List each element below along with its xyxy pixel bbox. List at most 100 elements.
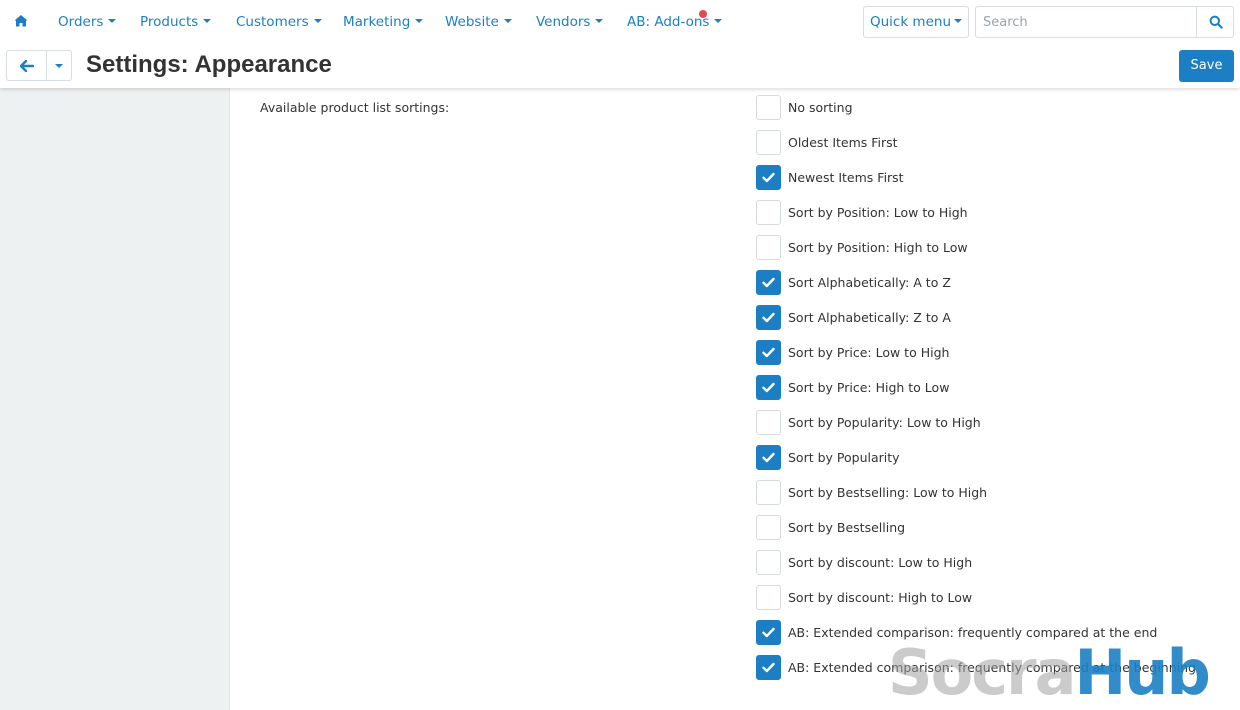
home-icon[interactable]	[13, 13, 29, 29]
nav-products-label: Products	[140, 14, 199, 30]
sortings-options: No sorting Oldest Items First Newest Items…	[756, 95, 1196, 690]
search-button[interactable]	[1196, 7, 1234, 37]
quick-menu-button[interactable]: Quick menu	[863, 6, 969, 38]
checkmark-icon	[762, 452, 775, 463]
nav-vendors[interactable]: Vendors	[536, 14, 604, 30]
sorting-checkbox[interactable]	[756, 305, 781, 330]
title-bar: Settings: Appearance Save	[0, 44, 1240, 88]
sorting-option-label: AB: Extended comparison: frequently comp…	[788, 625, 1158, 640]
sorting-checkbox[interactable]	[756, 550, 781, 575]
sorting-option[interactable]: Sort by discount: Low to High	[756, 550, 1196, 585]
sorting-option-label: Sort by discount: Low to High	[788, 555, 973, 570]
chevron-down-icon	[415, 19, 424, 23]
sorting-option-label: AB: Extended comparison: frequently comp…	[788, 660, 1196, 675]
sorting-option-label: Sort by Popularity	[788, 450, 900, 465]
sorting-checkbox[interactable]	[756, 95, 781, 120]
sorting-option-label: Newest Items First	[788, 170, 904, 185]
nav-addons-label: AB: Add-ons	[627, 14, 710, 30]
nav-addons[interactable]: AB: Add-ons	[627, 14, 723, 30]
nav-orders-label: Orders	[58, 14, 104, 30]
sorting-option[interactable]: AB: Extended comparison: frequently comp…	[756, 655, 1196, 690]
sidebar	[0, 88, 230, 710]
sorting-checkbox[interactable]	[756, 620, 781, 645]
sorting-option[interactable]: Sort by Price: Low to High	[756, 340, 1196, 375]
arrow-left-icon	[19, 59, 34, 72]
nav-marketing-label: Marketing	[343, 14, 411, 30]
sorting-option-label: No sorting	[788, 100, 853, 115]
sorting-option-label: Sort by Price: Low to High	[788, 345, 950, 360]
chevron-down-icon	[954, 19, 963, 23]
sorting-option-label: Sort by Position: High to Low	[788, 240, 968, 255]
sorting-option[interactable]: No sorting	[756, 95, 1196, 130]
sorting-option[interactable]: Sort by Position: Low to High	[756, 200, 1196, 235]
sorting-checkbox[interactable]	[756, 410, 781, 435]
checkmark-icon	[762, 277, 775, 288]
checkmark-icon	[762, 347, 775, 358]
sorting-checkbox[interactable]	[756, 340, 781, 365]
sorting-option-label: Sort Alphabetically: Z to A	[788, 310, 951, 325]
sorting-option[interactable]: Sort by Price: High to Low	[756, 375, 1196, 410]
nav-website[interactable]: Website	[445, 14, 512, 30]
nav-vendors-label: Vendors	[536, 14, 591, 30]
checkmark-icon	[762, 662, 775, 673]
checkmark-icon	[762, 172, 775, 183]
checkmark-icon	[762, 312, 775, 323]
notification-dot	[699, 10, 707, 18]
chevron-down-icon	[595, 19, 604, 23]
chevron-down-icon	[203, 19, 212, 23]
sortings-field-label: Available product list sortings:	[260, 100, 450, 115]
nav-website-label: Website	[445, 14, 499, 30]
back-button[interactable]	[7, 51, 47, 80]
sorting-checkbox[interactable]	[756, 165, 781, 190]
sorting-checkbox[interactable]	[756, 480, 781, 505]
sorting-option-label: Sort by Bestselling	[788, 520, 906, 535]
nav-customers-label: Customers	[236, 14, 309, 30]
sorting-option[interactable]: Sort Alphabetically: Z to A	[756, 305, 1196, 340]
sorting-option-label: Sort Alphabetically: A to Z	[788, 275, 951, 290]
nav-orders[interactable]: Orders	[58, 14, 117, 30]
save-button[interactable]: Save	[1179, 50, 1234, 82]
checkmark-icon	[762, 627, 775, 638]
chevron-down-icon	[714, 19, 723, 23]
sorting-option-label: Sort by Popularity: Low to High	[788, 415, 981, 430]
sorting-checkbox[interactable]	[756, 585, 781, 610]
sorting-option[interactable]: Sort by discount: High to Low	[756, 585, 1196, 620]
sorting-checkbox[interactable]	[756, 515, 781, 540]
sorting-option[interactable]: Sort by Bestselling: Low to High	[756, 480, 1196, 515]
sorting-option-label: Sort by Price: High to Low	[788, 380, 950, 395]
quick-menu-label: Quick menu	[869, 14, 952, 30]
sorting-checkbox[interactable]	[756, 270, 781, 295]
sorting-checkbox[interactable]	[756, 445, 781, 470]
sorting-option[interactable]: Oldest Items First	[756, 130, 1196, 165]
sorting-option[interactable]: Sort by Popularity: Low to High	[756, 410, 1196, 445]
sorting-checkbox[interactable]	[756, 235, 781, 260]
chevron-down-icon	[313, 19, 322, 23]
chevron-down-icon	[55, 63, 63, 68]
sorting-checkbox[interactable]	[756, 375, 781, 400]
sorting-option-label: Sort by Bestselling: Low to High	[788, 485, 988, 500]
nav-marketing[interactable]: Marketing	[343, 14, 424, 30]
nav-customers[interactable]: Customers	[236, 14, 322, 30]
search-input[interactable]	[976, 7, 1196, 37]
back-button-group	[6, 50, 72, 81]
chevron-down-icon	[503, 19, 512, 23]
sorting-option[interactable]: AB: Extended comparison: frequently comp…	[756, 620, 1196, 655]
chevron-down-icon	[108, 19, 117, 23]
search-box	[975, 6, 1234, 38]
top-navigation: Orders Products Customers Marketing Webs…	[0, 0, 1240, 44]
page-title: Settings: Appearance	[86, 51, 332, 78]
sorting-option[interactable]: Newest Items First	[756, 165, 1196, 200]
checkmark-icon	[762, 382, 775, 393]
sorting-option-label: Sort by discount: High to Low	[788, 590, 973, 605]
sorting-option[interactable]: Sort by Position: High to Low	[756, 235, 1196, 270]
history-dropdown-button[interactable]	[47, 51, 71, 80]
sorting-option[interactable]: Sort by Popularity	[756, 445, 1196, 480]
sorting-checkbox[interactable]	[756, 655, 781, 680]
sorting-option[interactable]: Sort by Bestselling	[756, 515, 1196, 550]
sorting-option[interactable]: Sort Alphabetically: A to Z	[756, 270, 1196, 305]
sorting-option-label: Sort by Position: Low to High	[788, 205, 968, 220]
sorting-checkbox[interactable]	[756, 130, 781, 155]
nav-products[interactable]: Products	[140, 14, 212, 30]
search-icon	[1209, 15, 1223, 29]
sorting-checkbox[interactable]	[756, 200, 781, 225]
